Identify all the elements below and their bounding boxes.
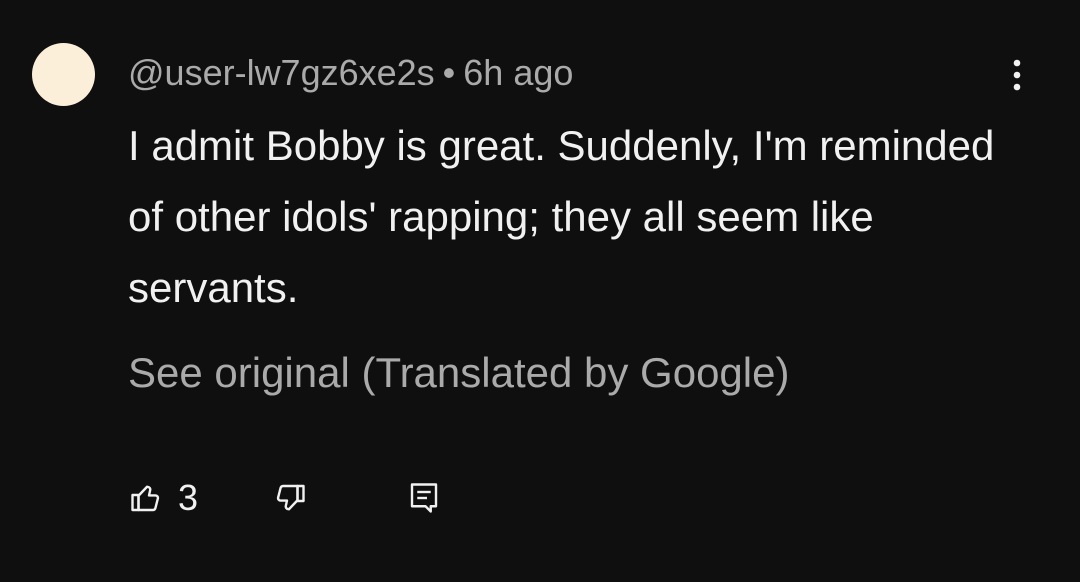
separator-dot: • bbox=[442, 52, 456, 93]
like-count: 3 bbox=[178, 477, 199, 518]
thumbs-down-icon bbox=[276, 484, 305, 511]
reply-comment-icon bbox=[410, 483, 438, 513]
see-original-link[interactable]: See original (Translated by Google) bbox=[128, 345, 789, 401]
thumbs-up-icon bbox=[131, 485, 160, 512]
comment-text: I admit Bobby is great. Suddenly, I'm re… bbox=[128, 122, 995, 311]
more-vertical-icon bbox=[1013, 59, 1021, 91]
dislike-button[interactable] bbox=[272, 474, 308, 522]
comment-timestamp[interactable]: 6h ago bbox=[463, 52, 573, 93]
comment-actions: 3 bbox=[128, 474, 528, 522]
like-button[interactable]: 3 bbox=[128, 474, 198, 522]
reply-button[interactable] bbox=[406, 474, 442, 522]
avatar[interactable] bbox=[32, 43, 95, 106]
more-options-button[interactable] bbox=[996, 54, 1038, 96]
comment-header: @user-lw7gz6xe2s • 6h ago bbox=[128, 50, 573, 96]
comment-item: @user-lw7gz6xe2s • 6h ago I admit Bobby is… bbox=[0, 0, 1080, 582]
author-name[interactable]: @user-lw7gz6xe2s bbox=[128, 52, 435, 93]
